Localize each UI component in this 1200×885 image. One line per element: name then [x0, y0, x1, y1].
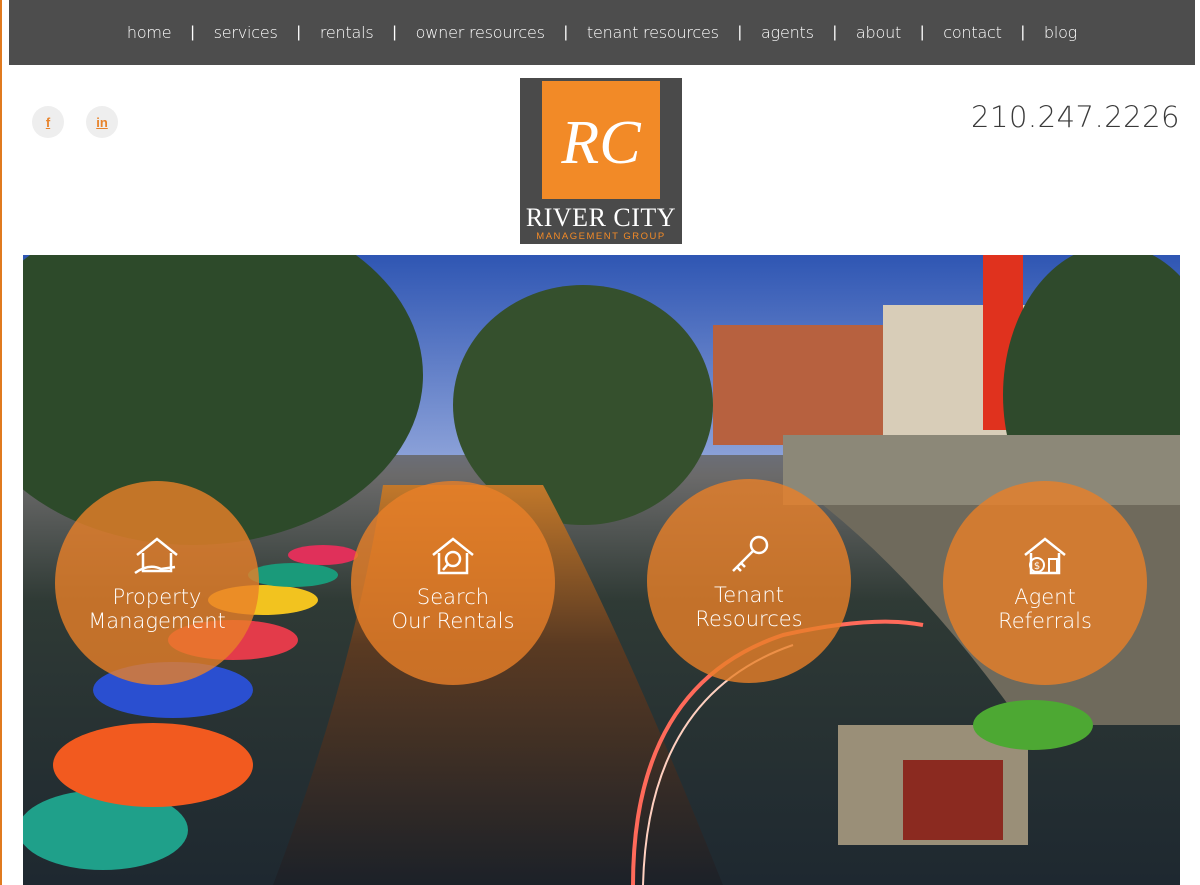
agent-referrals-label: Agent Referrals [998, 585, 1092, 633]
house-dollar-icon: $ [1024, 537, 1066, 575]
phone-number[interactable]: 210.247.2226 [971, 100, 1180, 134]
nav-link-owner-resources[interactable]: owner resources [397, 23, 564, 42]
logo-name: RIVER CITY [525, 203, 677, 232]
keys-icon [732, 535, 769, 572]
tenant-resources-label: Tenant Resources [695, 583, 803, 631]
linkedin-icon[interactable]: in [86, 106, 118, 138]
main-nav: home | services | rentals | owner resour… [9, 0, 1195, 65]
tenant-resources-button[interactable]: Tenant Resources [647, 479, 851, 683]
property-management-button[interactable]: Property Management [55, 481, 259, 685]
nav-item-tenant-resources[interactable]: tenant resources [568, 23, 738, 43]
nav-link-services[interactable]: services [195, 23, 297, 42]
house-hand-icon [134, 537, 178, 575]
svg-text:$: $ [1034, 561, 1040, 572]
nav-item-rentals[interactable]: rentals [301, 23, 393, 43]
nav-link-agents[interactable]: agents [742, 23, 833, 42]
house-search-icon [432, 537, 474, 575]
nav-item-agents[interactable]: agents [742, 23, 833, 43]
facebook-glyph: f [45, 114, 51, 130]
nav-link-blog[interactable]: blog [1025, 23, 1096, 42]
linkedin-glyph: in [96, 114, 108, 130]
facebook-icon[interactable]: f [32, 106, 64, 138]
property-management-label: Property Management [88, 585, 226, 633]
nav-item-about[interactable]: about [837, 23, 920, 43]
left-edge-strip [0, 0, 2, 885]
nav-link-home[interactable]: home [108, 23, 191, 42]
nav-item-contact[interactable]: contact [924, 23, 1020, 43]
nav-link-rentals[interactable]: rentals [301, 23, 393, 42]
nav-item-home[interactable]: home [108, 23, 191, 43]
nav-list: home | services | rentals | owner resour… [108, 23, 1096, 43]
hero-banner: Property Management Search Our Rentals T… [23, 255, 1180, 885]
nav-item-blog[interactable]: blog [1025, 23, 1096, 43]
search-rentals-button[interactable]: Search Our Rentals [351, 481, 555, 685]
nav-link-about[interactable]: about [837, 23, 920, 42]
logo-monogram-icon: RC [560, 109, 641, 177]
nav-item-services[interactable]: services [195, 23, 297, 43]
search-rentals-label: Search Our Rentals [391, 585, 515, 633]
nav-link-tenant-resources[interactable]: tenant resources [568, 23, 738, 42]
logo-monogram-text: RC [560, 109, 641, 177]
logo-monogram-mark: RC [542, 81, 660, 199]
nav-link-contact[interactable]: contact [924, 23, 1020, 42]
nav-item-owner-resources[interactable]: owner resources [397, 23, 564, 43]
agent-referrals-button[interactable]: $ Agent Referrals [943, 481, 1147, 685]
logo-subtitle: MANAGEMENT GROUP [536, 231, 666, 242]
site-logo[interactable]: RC RIVER CITY MANAGEMENT GROUP [520, 78, 682, 244]
